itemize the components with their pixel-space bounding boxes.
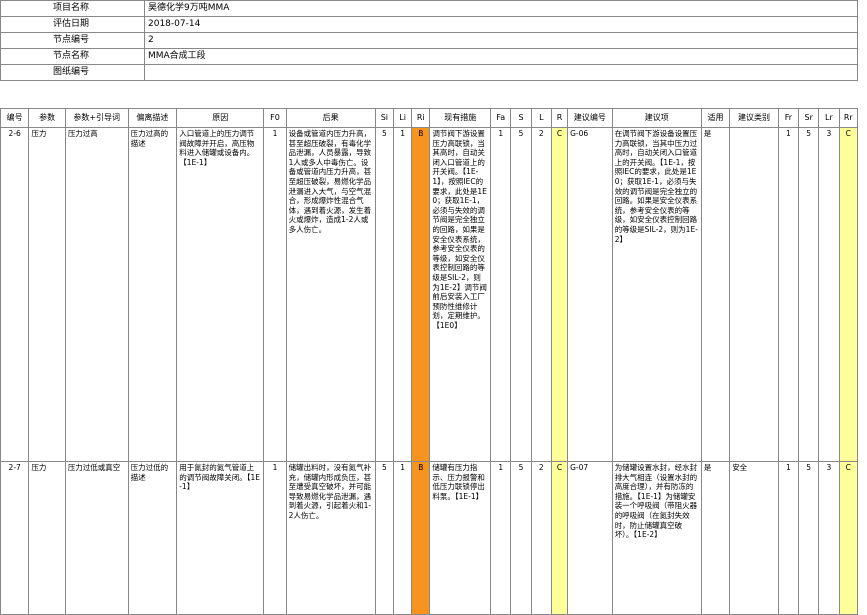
cell-lr: 3 [818,127,840,462]
cell-id: 2-7 [0,461,30,615]
col-header-s: S [510,108,532,128]
table-header-row: 编号 参数 参数+引导词 偏离描述 原因 F0 后果 Si Li Ri 现有措施… [0,108,859,128]
cell-applicable: 是 [700,127,731,462]
cell-f0: 1 [263,461,287,615]
col-header-guide: 参数+引导词 [64,108,129,128]
table-row: 2-7 压力 压力过低或真空 压力过低的描述 用于氮封的氮气管道上的调节阀故障关… [0,461,859,615]
col-header-cause: 原因 [176,108,265,128]
node-no-label: 节点编号 [0,32,145,49]
col-header-param: 参数 [28,108,66,128]
col-header-f0: F0 [263,108,287,128]
col-header-recommendation: 建议项 [611,108,702,128]
cell-rec-no: G-07 [567,461,613,615]
date-label: 评估日期 [0,16,145,33]
cell-measures: 储罐有压力指示、压力报警和低压力联锁停出料泵。【1E-1】 [429,461,492,615]
col-header-rec-type: 建议类别 [729,108,779,128]
col-header-ri: Ri [411,108,431,128]
col-header-id: 编号 [0,108,30,128]
cell-li: 1 [392,127,413,462]
col-header-rec-no: 建议编号 [567,108,613,128]
cell-cause: 入口管道上的压力调节阀故障并开启，高压物料进入储罐或设备内。【1E-1】 [176,127,265,462]
project-label: 项目名称 [0,0,145,17]
cell-sr: 5 [798,461,820,615]
drawing-value [144,64,858,81]
col-header-r: R [550,108,569,128]
cell-rec-type: 安全 [729,461,779,615]
cell-fa: 1 [490,127,512,462]
cell-measures: 调节阀下游设置压力高联锁，当其高时，自动关闭入口管道上的开关阀。【1E-1】，按… [429,127,492,462]
info-row-project: 项目名称 昊德化学9万吨MMA [0,0,858,17]
col-header-lr: Lr [818,108,840,128]
cell-deviation: 压力过低的描述 [127,461,178,615]
cell-si: 5 [374,127,394,462]
cell-param: 压力 [28,461,66,615]
col-header-li: Li [392,108,413,128]
cell-applicable: 是 [700,461,731,615]
cell-l: 2 [530,461,552,615]
cell-recommendation: 为储罐设置水封，经水封排大气相连（设置水封的高度合理），并有防冻的措施。【1E-… [611,461,702,615]
cell-id: 2-6 [0,127,30,462]
cell-fr: 1 [777,127,800,462]
col-header-l: L [530,108,552,128]
col-header-deviation: 偏离描述 [127,108,178,128]
cell-fa: 1 [490,461,512,615]
cell-consequence: 设备或管道内压力升高，甚至超压破裂，有毒化学品泄漏，人员暴露，导致1人或多人中毒… [285,127,376,462]
table-row: 2-6 压力 压力过高 压力过高的描述 入口管道上的压力调节阀故障并开启，高压物… [0,127,859,462]
col-header-fa: Fa [490,108,512,128]
col-header-sr: Sr [798,108,820,128]
cell-f0: 1 [263,127,287,462]
col-header-measures: 现有措施 [429,108,492,128]
info-row-drawing: 图纸编号 [0,64,858,81]
node-no-value: 2 [144,32,858,49]
info-row-date: 评估日期 2018-07-14 [0,16,858,33]
cell-s: 5 [510,461,532,615]
cell-recommendation: 在调节阀下游设备设置压力高联锁，当其中压力过高时，自动关闭入口管道上的开关阀。【… [611,127,702,462]
col-header-si: Si [374,108,394,128]
cell-l: 2 [530,127,552,462]
cell-rr: C [838,127,859,462]
cell-ri: B [411,461,431,615]
col-header-rr: Rr [838,108,859,128]
cell-guide: 压力过高 [64,127,129,462]
cell-fr: 1 [777,461,800,615]
col-header-applicable: 适用 [700,108,731,128]
cell-param: 压力 [28,127,66,462]
cell-rr: C [838,461,859,615]
node-name-label: 节点名称 [0,48,145,65]
info-row-node-no: 节点编号 2 [0,32,858,49]
cell-lr: 3 [818,461,840,615]
col-header-consequence: 后果 [285,108,376,128]
date-value: 2018-07-14 [144,16,858,33]
cell-r: C [550,127,569,462]
cell-rec-type [729,127,779,462]
cell-li: 1 [392,461,413,615]
cell-cause: 用于氮封的氮气管道上的调节阀故障关闭。【1E-1】 [176,461,265,615]
project-value: 昊德化学9万吨MMA [144,0,858,17]
hazop-table: 编号 参数 参数+引导词 偏离描述 原因 F0 后果 Si Li Ri 现有措施… [0,108,859,615]
info-row-node-name: 节点名称 MMA合成工段 [0,48,858,65]
cell-sr: 5 [798,127,820,462]
cell-r: C [550,461,569,615]
cell-s: 5 [510,127,532,462]
node-name-value: MMA合成工段 [144,48,858,65]
drawing-label: 图纸编号 [0,64,145,81]
cell-rec-no: G-06 [567,127,613,462]
cell-ri: B [411,127,431,462]
col-header-fr: Fr [777,108,800,128]
cell-guide: 压力过低或真空 [64,461,129,615]
cell-si: 5 [374,461,394,615]
cell-deviation: 压力过高的描述 [127,127,178,462]
cell-consequence: 储罐出料时，没有氮气补充，储罐内形成负压，甚至遭受真空破坏，并可能导致易燃化学品… [285,461,376,615]
project-info-table: 项目名称 昊德化学9万吨MMA 评估日期 2018-07-14 节点编号 2 节… [0,0,858,81]
